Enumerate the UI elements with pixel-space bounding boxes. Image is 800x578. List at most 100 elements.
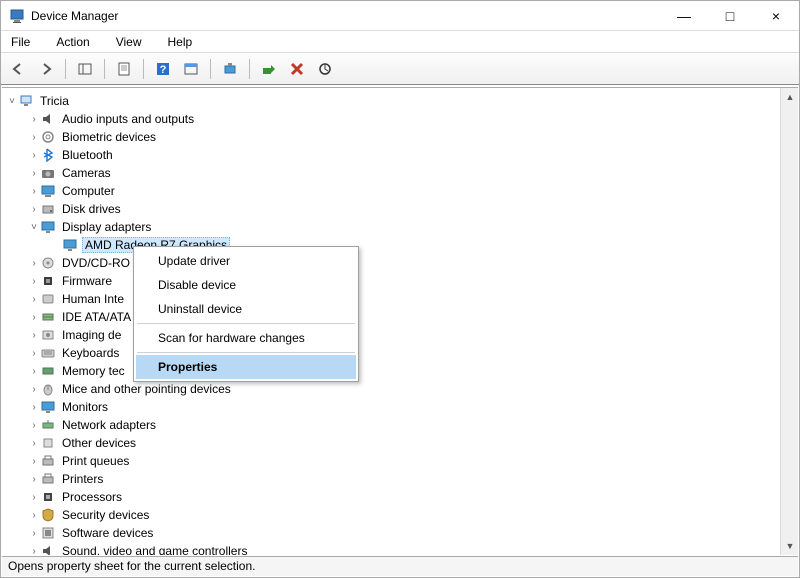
sound-icon bbox=[40, 543, 56, 555]
expand-icon[interactable]: › bbox=[28, 402, 40, 413]
expand-icon[interactable]: › bbox=[28, 150, 40, 161]
ctx-scan-hardware[interactable]: Scan for hardware changes bbox=[136, 326, 356, 350]
collapse-icon[interactable]: ˅ bbox=[6, 96, 18, 107]
expand-icon[interactable]: › bbox=[28, 384, 40, 395]
firmware-icon bbox=[40, 273, 56, 289]
expand-icon[interactable]: › bbox=[28, 294, 40, 305]
tree-item[interactable]: ›Biometric devices bbox=[2, 128, 780, 146]
tree-item[interactable]: ›Software devices bbox=[2, 524, 780, 542]
expand-icon[interactable]: › bbox=[28, 438, 40, 449]
toolbar: ? bbox=[1, 53, 799, 85]
action-button[interactable] bbox=[180, 58, 202, 80]
expand-icon[interactable]: › bbox=[28, 348, 40, 359]
expand-icon[interactable]: › bbox=[28, 204, 40, 215]
tree-item[interactable]: ›Sound, video and game controllers bbox=[2, 542, 780, 555]
toolbar-separator bbox=[104, 59, 105, 79]
menu-help[interactable]: Help bbox=[162, 33, 199, 51]
menu-view[interactable]: View bbox=[110, 33, 148, 51]
tree-root[interactable]: ˅ Tricia bbox=[2, 92, 780, 110]
ctx-update-driver[interactable]: Update driver bbox=[136, 249, 356, 273]
uninstall-button[interactable] bbox=[286, 58, 308, 80]
maximize-button[interactable]: □ bbox=[707, 1, 753, 31]
expand-icon[interactable]: › bbox=[28, 258, 40, 269]
toolbar-separator bbox=[143, 59, 144, 79]
expand-icon[interactable]: › bbox=[28, 312, 40, 323]
expand-icon[interactable]: › bbox=[28, 366, 40, 377]
tree-item[interactable]: ›Print queues bbox=[2, 452, 780, 470]
close-button[interactable]: × bbox=[753, 1, 799, 31]
tree-item[interactable]: ›Computer bbox=[2, 182, 780, 200]
update-driver-button[interactable] bbox=[219, 58, 241, 80]
menubar: File Action View Help bbox=[1, 31, 799, 53]
tree-item[interactable]: ›Human Inte bbox=[2, 290, 780, 308]
item-label: Cameras bbox=[60, 166, 113, 180]
tree-item-amd-radeon[interactable]: AMD Radeon R7 Graphics bbox=[2, 236, 780, 254]
expand-icon[interactable]: › bbox=[28, 114, 40, 125]
expand-icon[interactable]: › bbox=[28, 456, 40, 467]
expand-icon[interactable]: › bbox=[28, 132, 40, 143]
tree-item[interactable]: ›Mice and other pointing devices bbox=[2, 380, 780, 398]
collapse-icon[interactable]: ˅ bbox=[28, 222, 40, 233]
tree-item[interactable]: › Security devices bbox=[2, 506, 780, 524]
help-button[interactable]: ? bbox=[152, 58, 174, 80]
item-label: Security devices bbox=[60, 508, 151, 522]
expand-icon[interactable]: › bbox=[28, 510, 40, 521]
tree-item[interactable]: ›Firmware bbox=[2, 272, 780, 290]
tree-item-display-adapters[interactable]: ˅Display adapters bbox=[2, 218, 780, 236]
tree-item[interactable]: › IDE ATA/ATA bbox=[2, 308, 780, 326]
forward-button[interactable] bbox=[35, 58, 57, 80]
item-label: IDE ATA/ATA bbox=[60, 310, 133, 324]
tree-item[interactable]: › Cameras bbox=[2, 164, 780, 182]
expand-icon[interactable]: › bbox=[28, 420, 40, 431]
item-label: Memory tec bbox=[60, 364, 127, 378]
ide-icon bbox=[40, 309, 56, 325]
ctx-properties[interactable]: Properties bbox=[136, 355, 356, 379]
expand-icon[interactable]: › bbox=[28, 492, 40, 503]
back-button[interactable] bbox=[7, 58, 29, 80]
tree-item[interactable]: ›Bluetooth bbox=[2, 146, 780, 164]
menu-file[interactable]: File bbox=[5, 33, 36, 51]
expand-icon[interactable]: › bbox=[28, 276, 40, 287]
item-label: Other devices bbox=[60, 436, 138, 450]
toolbar-separator bbox=[210, 59, 211, 79]
scan-hardware-button[interactable] bbox=[314, 58, 336, 80]
expand-icon[interactable]: › bbox=[28, 330, 40, 341]
scroll-up-icon[interactable]: ▲ bbox=[781, 88, 798, 106]
minimize-button[interactable]: — bbox=[661, 1, 707, 31]
security-icon bbox=[40, 507, 56, 523]
tree-item[interactable]: › Monitors bbox=[2, 398, 780, 416]
scroll-down-icon[interactable]: ▼ bbox=[781, 537, 798, 555]
tree-item[interactable]: ›Disk drives bbox=[2, 200, 780, 218]
expand-icon[interactable]: › bbox=[28, 546, 40, 556]
content-area: ˅ Tricia ›Audio inputs and outputs ›Biom… bbox=[2, 87, 798, 555]
ctx-uninstall-device[interactable]: Uninstall device bbox=[136, 297, 356, 321]
ctx-disable-device[interactable]: Disable device bbox=[136, 273, 356, 297]
item-label: Printers bbox=[60, 472, 105, 486]
enable-button[interactable] bbox=[258, 58, 280, 80]
expand-icon[interactable]: › bbox=[28, 168, 40, 179]
tree-item[interactable]: ›Audio inputs and outputs bbox=[2, 110, 780, 128]
device-tree[interactable]: ˅ Tricia ›Audio inputs and outputs ›Biom… bbox=[2, 88, 780, 555]
item-label: Keyboards bbox=[60, 346, 121, 360]
show-hide-tree-button[interactable] bbox=[74, 58, 96, 80]
root-label: Tricia bbox=[38, 94, 71, 108]
tree-item[interactable]: › Printers bbox=[2, 470, 780, 488]
vertical-scrollbar[interactable]: ▲ ▼ bbox=[780, 88, 798, 555]
expand-icon[interactable]: › bbox=[28, 528, 40, 539]
toolbar-separator bbox=[249, 59, 250, 79]
tree-item[interactable]: ›Imaging de bbox=[2, 326, 780, 344]
tree-item[interactable]: ›DVD/CD-RO bbox=[2, 254, 780, 272]
tree-item[interactable]: › Other devices bbox=[2, 434, 780, 452]
expand-icon[interactable]: › bbox=[28, 474, 40, 485]
tree-item[interactable]: › Memory tec bbox=[2, 362, 780, 380]
svg-text:?: ? bbox=[160, 64, 167, 76]
item-label: Monitors bbox=[60, 400, 110, 414]
titlebar: Device Manager — □ × bbox=[1, 1, 799, 31]
tree-item[interactable]: ›Network adapters bbox=[2, 416, 780, 434]
tree-item[interactable]: › Keyboards bbox=[2, 344, 780, 362]
tree-item[interactable]: ›Processors bbox=[2, 488, 780, 506]
properties-button[interactable] bbox=[113, 58, 135, 80]
expand-icon[interactable]: › bbox=[28, 186, 40, 197]
menu-action[interactable]: Action bbox=[50, 33, 95, 51]
computer-icon bbox=[18, 93, 34, 109]
